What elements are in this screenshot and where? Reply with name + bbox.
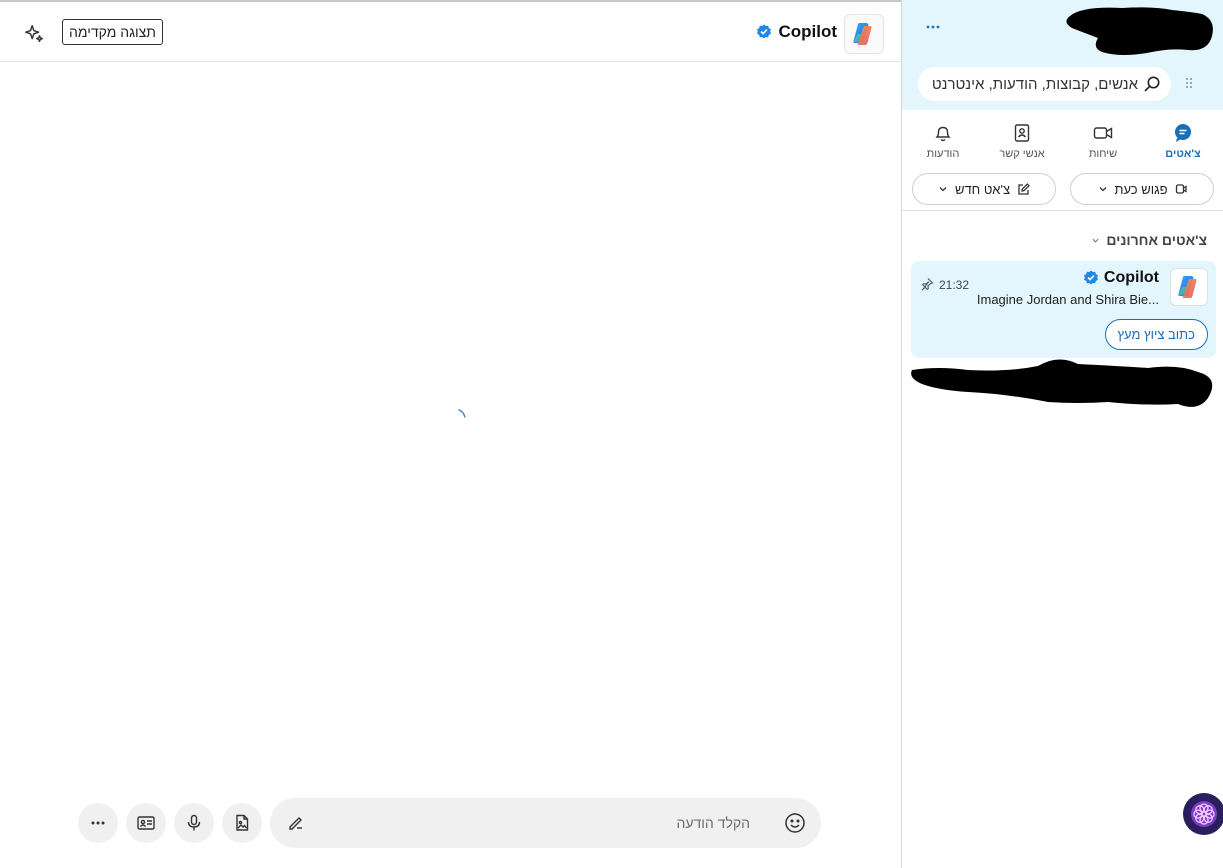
verified-icon xyxy=(757,24,772,39)
chat-title: Copilot xyxy=(756,22,837,42)
suggested-reply-button[interactable]: כתוב ציוץ מעץ xyxy=(1104,319,1208,350)
preview-button[interactable]: תצוגה מקדימה xyxy=(62,19,163,45)
voice-message-button[interactable] xyxy=(174,803,214,843)
search-box xyxy=(918,67,1171,101)
chat-icon xyxy=(1175,124,1191,142)
recent-chat-name: Copilot xyxy=(1083,269,1159,287)
redacted-chat-item xyxy=(911,359,1213,407)
chat-pane: תצוגה מקדימה Copilot xyxy=(0,0,901,868)
chevron-down-icon xyxy=(939,187,947,192)
contacts-icon xyxy=(1014,124,1030,142)
recent-chat-item[interactable]: Copilot Imagine Jordan and Shira Bie... … xyxy=(911,261,1216,358)
emoji-icon[interactable] xyxy=(783,811,807,835)
more-menu-button[interactable] xyxy=(924,18,944,40)
new-chat-button[interactable]: צ'אט חדש xyxy=(912,173,1056,205)
verified-icon xyxy=(1083,270,1098,285)
search-icon xyxy=(1144,76,1160,92)
tab-notifications[interactable]: הודעות xyxy=(908,122,978,168)
send-contact-button[interactable] xyxy=(126,803,166,843)
tab-label: צ'אטים xyxy=(1165,148,1201,160)
recent-chat-name-text: Copilot xyxy=(1103,269,1159,286)
bell-icon xyxy=(935,126,951,142)
copilot-logo-icon xyxy=(1178,276,1197,298)
copilot-logo-icon xyxy=(853,23,872,45)
sparkle-icon[interactable] xyxy=(20,20,48,48)
chevron-down-icon xyxy=(1092,238,1099,243)
pin-icon xyxy=(921,278,934,291)
assistant-fab-button[interactable] xyxy=(1183,793,1223,835)
sidebar: צ'אטים שיחות אנשי קשר הודעות פגוש כעת xyxy=(901,0,1223,868)
divider xyxy=(902,210,1223,211)
video-icon xyxy=(1093,127,1113,139)
recent-chat-preview: Imagine Jordan and Shira Bie... xyxy=(976,292,1159,307)
recent-chats-header[interactable]: צ'אטים אחרונים xyxy=(1091,232,1207,248)
chat-title-text: Copilot xyxy=(778,22,837,41)
add-file-button[interactable] xyxy=(222,803,262,843)
sidebar-header xyxy=(902,0,1223,110)
ellipsis-icon xyxy=(926,25,940,29)
redacted-profile xyxy=(1066,7,1213,56)
message-input[interactable] xyxy=(320,798,750,848)
compose-icon xyxy=(1018,182,1030,195)
search-input[interactable] xyxy=(928,67,1138,101)
pen-icon[interactable] xyxy=(286,812,308,834)
chevron-down-icon xyxy=(1099,187,1106,192)
meet-now-label: פגוש כעת xyxy=(1114,181,1168,197)
more-options-button[interactable] xyxy=(78,803,118,843)
recent-chats-title: צ'אטים אחרונים xyxy=(1106,232,1207,248)
meet-now-button[interactable]: פגוש כעת xyxy=(1070,173,1214,205)
new-chat-label: צ'אט חדש xyxy=(954,181,1011,197)
dialpad-icon[interactable] xyxy=(1181,74,1199,94)
meet-now-icon xyxy=(1175,184,1187,194)
ellipsis-icon xyxy=(91,821,105,825)
chat-header: תצוגה מקדימה Copilot xyxy=(0,2,901,62)
flower-icon xyxy=(1191,801,1217,827)
file-image-icon xyxy=(236,814,249,831)
tab-calls[interactable]: שיחות xyxy=(1068,122,1138,168)
contact-card-icon xyxy=(137,816,155,830)
sidebar-tabs: צ'אטים שיחות אנשי קשר הודעות xyxy=(902,112,1223,168)
tab-contacts[interactable]: אנשי קשר xyxy=(987,122,1057,168)
tab-label: שיחות xyxy=(1088,148,1118,160)
microphone-icon xyxy=(187,814,201,831)
tab-chats[interactable]: צ'אטים xyxy=(1148,122,1218,168)
message-composer xyxy=(270,798,821,848)
copilot-avatar xyxy=(1170,268,1208,306)
tab-label: הודעות xyxy=(926,148,960,160)
tab-label: אנשי קשר xyxy=(999,148,1045,160)
loading-spinner-icon xyxy=(458,409,466,418)
recent-chat-time: 21:32 xyxy=(939,278,970,292)
copilot-avatar[interactable] xyxy=(844,14,884,54)
